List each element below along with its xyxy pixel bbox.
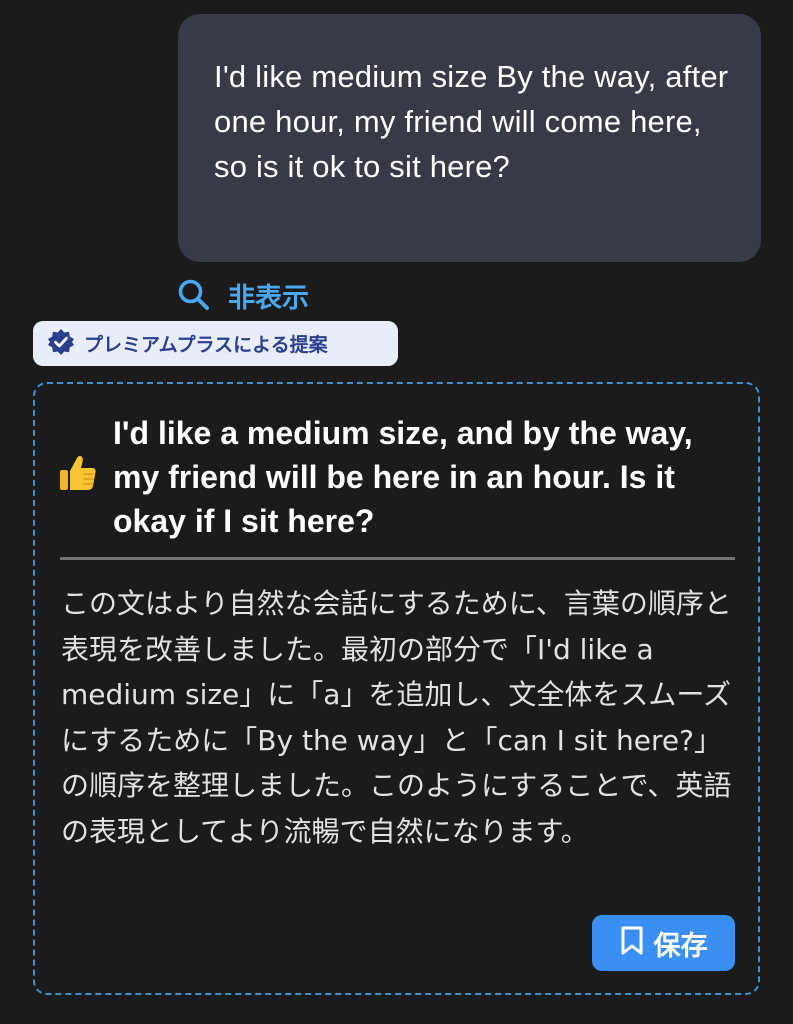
- hide-toggle-label: 非表示: [228, 282, 309, 314]
- user-message-bubble: I'd like medium size By the way, after o…: [178, 14, 761, 262]
- bookmark-icon: [620, 926, 644, 960]
- chat-screen: I'd like medium size By the way, after o…: [0, 0, 793, 1024]
- search-icon: [176, 277, 212, 313]
- badge-label: プレミアムプラスによる提案: [84, 334, 328, 356]
- divider: [60, 557, 735, 560]
- verified-badge-icon: [47, 328, 75, 360]
- corrected-sentence: I'd like a medium size, and by the way, …: [113, 415, 693, 539]
- thumbs-up-icon: [58, 454, 98, 494]
- hide-suggestion-toggle[interactable]: 非表示: [176, 275, 309, 315]
- premium-plus-badge: プレミアムプラスによる提案: [33, 321, 398, 366]
- user-message-text: I'd like medium size By the way, after o…: [214, 59, 729, 184]
- suggestion-card: I'd like a medium size, and by the way, …: [33, 382, 760, 995]
- save-button-label: 保存: [653, 930, 708, 962]
- explanation-text: この文はより自然な会話にするために、言葉の順序と表現を改善しました。最初の部分で…: [61, 587, 732, 848]
- save-button[interactable]: 保存: [592, 915, 735, 971]
